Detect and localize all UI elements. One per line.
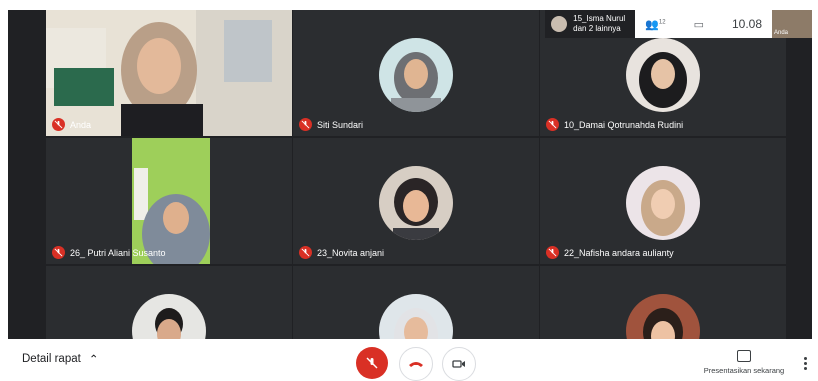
meeting-time: 10.08: [731, 17, 762, 31]
avatar: [551, 16, 568, 32]
participant-tile-self[interactable]: Anda: [46, 10, 292, 136]
self-thumbnail[interactable]: Anda: [772, 10, 812, 38]
participant-name: 26_ Putri Aliani Susanto: [70, 247, 166, 258]
participant-count: 12: [658, 18, 666, 25]
avatar: [132, 294, 206, 339]
participant-name: 22_Nafisha andara aulianty: [564, 247, 674, 258]
participant-tile[interactable]: 23_Novita anjani: [293, 138, 539, 264]
mic-off-icon: [299, 118, 312, 131]
participant-tile[interactable]: [540, 266, 786, 339]
present-now-button[interactable]: Presentasikan sekarang: [700, 350, 788, 375]
mic-off-icon: [299, 246, 312, 259]
participant-tile[interactable]: [46, 266, 292, 339]
participant-label: Anda: [52, 118, 91, 131]
avatar: [626, 38, 700, 112]
people-icon[interactable]: 👥12: [645, 18, 665, 31]
participant-tile[interactable]: [293, 266, 539, 339]
participant-name: 10_Damai Qotrunahda Rudini: [564, 119, 684, 130]
details-label: Detail rapat: [22, 353, 81, 365]
top-controls: 👥12 ▭ 10.08: [635, 10, 772, 38]
participant-label: 22_Nafisha andara aulianty: [546, 246, 674, 259]
participant-name: Anda: [70, 119, 92, 130]
avatar: [379, 38, 453, 112]
avatar: [379, 294, 453, 339]
end-call-button[interactable]: [399, 347, 433, 381]
speaker-summary[interactable]: 15_Isma Nurul dan 2 lainnya: [545, 10, 636, 38]
mic-off-icon: [546, 246, 559, 259]
participant-label: 26_ Putri Aliani Susanto: [52, 246, 166, 259]
participant-tile[interactable]: Siti Sundari: [293, 10, 539, 136]
participant-label: 10_Damai Qotrunahda Rudini: [546, 118, 683, 131]
participant-label: 23_Novita anjani: [299, 246, 384, 259]
avatar: [379, 166, 453, 240]
present-screen-icon: [737, 350, 751, 362]
phone-hangup-icon: [409, 362, 423, 367]
bottom-toolbar: Detail rapat ⌃ Presentasikan sekarang: [0, 339, 818, 381]
top-people: 15_Isma Nurul: [573, 14, 626, 23]
self-thumbnail-label: Anda: [774, 30, 789, 36]
camera-icon: [452, 360, 465, 368]
mic-off-icon: [52, 118, 65, 131]
video-grid: Anda Siti Sundari 10_Damai Qotrunahda Ru…: [8, 10, 812, 339]
participant-tile[interactable]: 26_ Putri Aliani Susanto: [46, 138, 292, 264]
mic-off-icon: [366, 357, 378, 369]
camera-toggle-button[interactable]: [442, 347, 476, 381]
chat-icon[interactable]: ▭: [694, 18, 704, 31]
top-more: dan 2 lainnya: [573, 24, 621, 33]
mic-off-icon: [52, 246, 65, 259]
participant-tile[interactable]: 22_Nafisha andara aulianty: [540, 138, 786, 264]
present-label: Presentasikan sekarang: [703, 366, 785, 375]
mic-toggle-button[interactable]: [356, 347, 388, 379]
participant-name: 23_Novita anjani: [317, 247, 385, 258]
meeting-top-bar: 15_Isma Nurul dan 2 lainnya 👥12 ▭ 10.08 …: [545, 10, 812, 38]
mic-off-icon: [546, 118, 559, 131]
chevron-up-icon: ⌃: [88, 354, 99, 366]
meeting-details-button[interactable]: Detail rapat ⌃: [22, 352, 98, 366]
participant-label: Siti Sundari: [299, 118, 363, 131]
participant-name: Siti Sundari: [317, 119, 364, 130]
more-vert-icon[interactable]: [804, 357, 807, 372]
avatar: [626, 166, 700, 240]
avatar: [626, 294, 700, 339]
